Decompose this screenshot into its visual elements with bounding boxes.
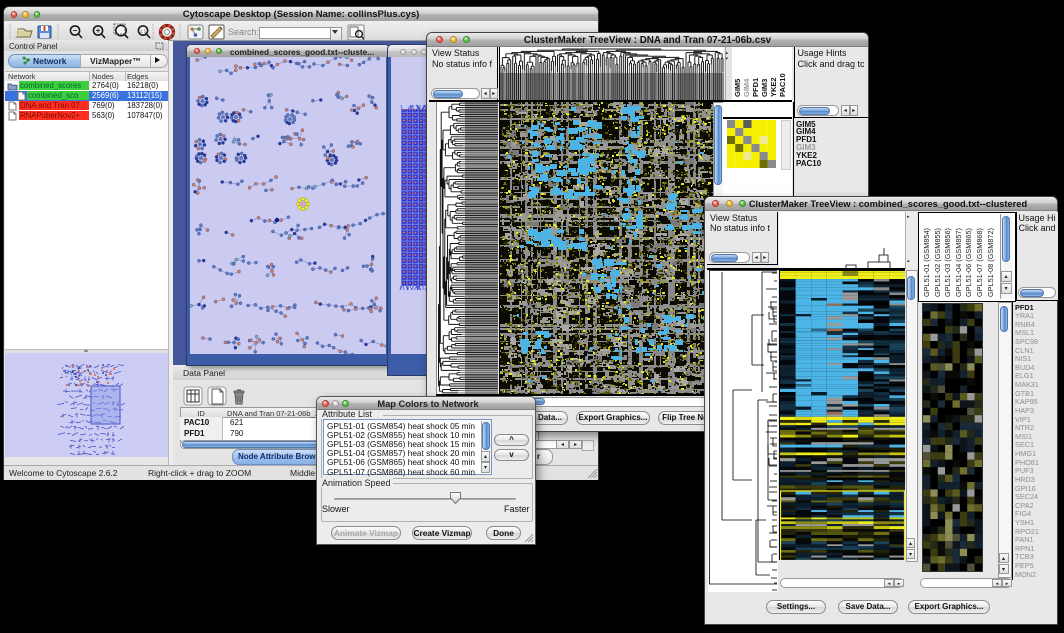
svg-text:1:1: 1:1: [140, 29, 147, 34]
